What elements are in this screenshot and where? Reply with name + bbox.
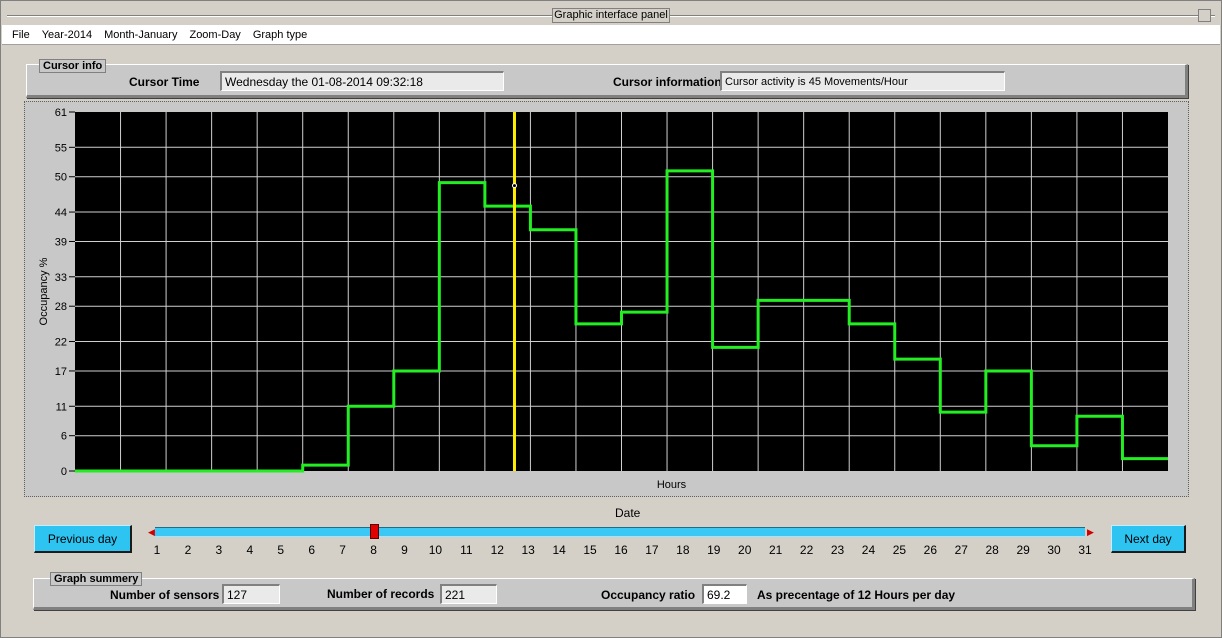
sensors-label: Number of sensors <box>110 588 220 602</box>
cursor-time-label: Cursor Time <box>129 75 200 89</box>
slider-left-arrow-icon[interactable]: ◀ <box>148 527 155 537</box>
y-tick-label: 6 <box>61 431 67 443</box>
occupancy-ratio-label: Occupancy ratio <box>601 588 696 602</box>
day-label[interactable]: 28 <box>986 543 999 557</box>
menu-month[interactable]: Month-January <box>98 29 183 41</box>
cursor-information-label: Cursor information <box>613 75 722 89</box>
day-label[interactable]: 3 <box>216 543 223 557</box>
slider-right-arrow-icon[interactable]: ▶ <box>1087 527 1094 537</box>
day-label[interactable]: 12 <box>491 543 504 557</box>
menu-zoom[interactable]: Zoom-Day <box>183 29 246 41</box>
chart-frame: 0 6 11 17 22 28 33 39 44 50 55 61 Occupancy % Hours <box>24 101 1189 497</box>
y-tick-label: 50 <box>55 172 67 184</box>
records-field[interactable] <box>440 584 497 604</box>
occupancy-ratio-field[interactable] <box>702 584 747 604</box>
y-tick-label: 55 <box>55 142 67 154</box>
day-label[interactable]: 29 <box>1016 543 1029 557</box>
day-label[interactable]: 2 <box>185 543 192 557</box>
date-axis-label: Date <box>615 506 641 520</box>
day-label[interactable]: 8 <box>370 543 377 557</box>
y-tick-label: 44 <box>55 207 67 219</box>
menu-file[interactable]: File <box>2 29 36 41</box>
y-tick-label: 11 <box>56 401 67 413</box>
window-title: Graphic interface panel <box>552 8 670 23</box>
day-label[interactable]: 25 <box>893 543 906 557</box>
y-tick-label: 33 <box>55 272 67 284</box>
day-label[interactable]: 9 <box>401 543 408 557</box>
day-label[interactable]: 16 <box>614 543 627 557</box>
day-label[interactable]: 20 <box>738 543 751 557</box>
records-label: Number of records <box>327 587 435 601</box>
day-label[interactable]: 27 <box>955 543 968 557</box>
day-label[interactable]: 22 <box>800 543 813 557</box>
day-scale: 1 2 3 4 5 6 7 8 9 10 11 12 13 14 15 16 17 18 19 20 21 22 23 24 2… <box>1 543 1222 559</box>
y-tick-label: 28 <box>55 301 67 313</box>
day-label[interactable]: 4 <box>246 543 253 557</box>
day-label[interactable]: 30 <box>1047 543 1060 557</box>
day-label[interactable]: 31 <box>1078 543 1091 557</box>
y-tick-label: 39 <box>55 236 67 248</box>
day-label[interactable]: 5 <box>277 543 284 557</box>
close-box-icon[interactable] <box>1198 9 1211 22</box>
cursor-info-tag: Cursor info <box>39 59 107 73</box>
day-label[interactable]: 15 <box>583 543 596 557</box>
day-label[interactable]: 1 <box>154 543 161 557</box>
day-label[interactable]: 7 <box>339 543 346 557</box>
menu-year[interactable]: Year-2014 <box>36 29 98 41</box>
day-label[interactable]: 23 <box>831 543 844 557</box>
cursor-point <box>511 183 517 189</box>
day-label[interactable]: 11 <box>460 543 472 557</box>
occupancy-chart[interactable]: 0 6 11 17 22 28 33 39 44 50 55 61 Occupancy % Hours <box>25 102 1190 498</box>
day-label[interactable]: 17 <box>645 543 658 557</box>
cursor-info-panel <box>26 64 1188 98</box>
main-window: Graphic interface panel File Year-2014 M… <box>0 0 1222 638</box>
sensors-field[interactable] <box>222 584 280 604</box>
day-label[interactable]: 6 <box>308 543 315 557</box>
x-axis-label: Hours <box>657 479 687 491</box>
y-tick-label: 17 <box>55 366 67 378</box>
day-label[interactable]: 21 <box>769 543 782 557</box>
y-tick-label: 0 <box>61 466 67 478</box>
day-slider-track[interactable] <box>155 527 1085 537</box>
y-axis-label: Occupancy % <box>38 257 50 325</box>
y-tick-label: 61 <box>55 107 67 119</box>
day-label[interactable]: 10 <box>429 543 442 557</box>
day-slider-thumb[interactable] <box>369 524 379 539</box>
day-label[interactable]: 19 <box>707 543 720 557</box>
cursor-time-field[interactable] <box>220 71 504 91</box>
graph-summary-tag: Graph summery <box>50 572 143 586</box>
day-label[interactable]: 24 <box>862 543 875 557</box>
day-label[interactable]: 13 <box>522 543 535 557</box>
cursor-information-field[interactable] <box>720 71 1005 91</box>
day-label[interactable]: 18 <box>676 543 689 557</box>
menu-bar: File Year-2014 Month-January Zoom-Day Gr… <box>2 25 1220 45</box>
day-label[interactable]: 14 <box>552 543 565 557</box>
y-tick-label: 22 <box>55 337 67 349</box>
menu-graph-type[interactable]: Graph type <box>247 29 313 41</box>
ratio-note: As precentage of 12 Hours per day <box>757 588 956 602</box>
day-label[interactable]: 26 <box>924 543 937 557</box>
